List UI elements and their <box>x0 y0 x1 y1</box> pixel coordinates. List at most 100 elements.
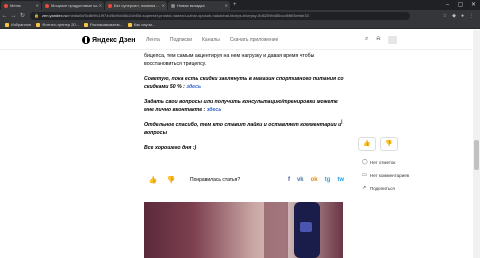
article-paragraph: Советую, пока есть скидки заглянуть в ма… <box>144 75 344 91</box>
bookmark-label: Избранное <box>11 22 32 27</box>
side-item-marks[interactable]: ◯ Нет отметок <box>362 159 436 165</box>
forward-icon[interactable]: → <box>9 13 18 19</box>
paragraph-text: Советую, пока есть скидки заглянуть в ма… <box>144 76 344 90</box>
article-actions: 👍 👎 Понравилась статья? f vk ok tg tw <box>144 172 344 188</box>
url-input[interactable]: 🔒 zen.yandex.ru/media/id/5c8b9fc19f74d/6… <box>30 11 410 20</box>
search-icon[interactable]: ⌕ <box>365 36 368 44</box>
close-icon[interactable]: ✕ <box>225 3 228 8</box>
reload-icon[interactable]: ↻ <box>18 12 27 19</box>
tab-favicon-icon <box>171 3 175 8</box>
side-item-label: Поделиться <box>370 185 395 191</box>
bookmark-label: Фитнес-тренер 20... <box>42 22 79 27</box>
window-controls: – ▢ ✕ <box>441 0 480 10</box>
side-item-share[interactable]: ↗ Поделиться <box>362 185 436 191</box>
tab-title: Меню <box>10 3 21 8</box>
url-path: /media/id/5c8b9fc19f74d/6c9dd46c2cfd0d-s… <box>67 13 309 18</box>
close-icon[interactable]: ✕ <box>99 3 102 8</box>
zen-logo[interactable]: Яндекс Дзен <box>82 36 136 44</box>
logo-text: Яндекс Дзен <box>92 36 136 44</box>
url-host: zen.yandex.ru <box>41 13 68 18</box>
like-question: Понравилась статья? <box>190 177 241 183</box>
extension-icon[interactable]: ◆ <box>452 13 456 19</box>
new-tab-button[interactable]: + <box>233 1 237 10</box>
close-window-icon[interactable]: ✕ <box>467 0 480 10</box>
bookmarks-bar: Избранное Фитнес-тренер 20... Распаковыв… <box>0 21 480 29</box>
telegram-icon[interactable]: tg <box>325 177 331 183</box>
share-icon: ↗ <box>362 185 367 191</box>
shop-link[interactable]: здесь <box>186 84 201 90</box>
browser-tab-bar: Меню ✕ Мощные продуктовые ко... ✕ Бег су… <box>0 0 480 10</box>
image-detail <box>264 202 288 258</box>
notifications-icon[interactable]: ⍾ <box>376 36 380 44</box>
site-header: Яндекс Дзен Лента Подписки Каналы Скачат… <box>0 30 472 50</box>
article-image <box>144 202 343 258</box>
maximize-icon[interactable]: ▢ <box>454 0 467 10</box>
url-text: zen.yandex.ru/media/id/5c8b9fc19f74d/6c9… <box>42 13 309 18</box>
close-icon[interactable]: ✕ <box>162 3 165 8</box>
image-detail <box>294 202 320 258</box>
dislike-button[interactable]: 👎 <box>162 176 180 184</box>
tab-favicon-icon <box>45 3 49 8</box>
side-dislike-button[interactable]: 👎 <box>380 137 398 151</box>
folder-icon <box>5 22 9 27</box>
article-body: бицепса, тем самым акцентируя на нем наг… <box>144 52 344 159</box>
bookmark-item[interactable]: Фитнес-тренер 20... <box>36 22 79 27</box>
side-panel: 👍 👎 ◯ Нет отметок ▭ Нет комментариев ↗ П… <box>356 137 436 198</box>
folder-icon <box>84 22 88 27</box>
side-item-label: Нет комментариев <box>370 172 410 178</box>
menu-item-feed[interactable]: Лента <box>146 37 160 43</box>
close-icon[interactable]: ✕ <box>36 3 39 8</box>
folder-icon <box>127 22 132 27</box>
address-bar: ← → ↻ 🔒 zen.yandex.ru/media/id/5c8b9fc19… <box>0 10 480 21</box>
minimize-icon[interactable]: – <box>441 0 454 10</box>
bookmark-item[interactable]: Распаковываем... <box>84 22 123 27</box>
back-icon[interactable]: ← <box>0 13 9 19</box>
toolbar-icons: ☆ ◆ ● ⋮ <box>443 13 480 19</box>
tab-title: Новая вкладка <box>177 3 205 8</box>
side-item-comments[interactable]: ▭ Нет комментариев <box>362 172 436 178</box>
tab-4[interactable]: Новая вкладка ✕ <box>168 1 230 10</box>
avatar[interactable] <box>388 36 398 44</box>
bookmark-item[interactable]: Избранное <box>5 22 31 27</box>
paragraph-text: Задать свои вопросы или получить консуль… <box>144 99 338 113</box>
zen-logo-icon <box>82 36 90 44</box>
lock-icon: 🔒 <box>34 13 39 18</box>
tab-1[interactable]: Меню ✕ <box>1 1 41 10</box>
header-icons: ⌕ ⍾ <box>365 36 398 44</box>
scrollbar-thumb[interactable] <box>474 140 479 170</box>
bookmark-label: Как научи... <box>133 22 156 27</box>
profile-icon[interactable]: ● <box>461 13 464 19</box>
header-menu: Лента Подписки Каналы Скачать приложение <box>146 37 278 43</box>
menu-item-download-app[interactable]: Скачать приложение <box>230 37 279 43</box>
like-button[interactable]: 👍 <box>144 176 162 184</box>
side-item-label: Нет отметок <box>370 159 396 165</box>
tab-title: Мощные продуктовые ко... <box>51 3 99 8</box>
bookmark-item[interactable]: Как научи... <box>127 22 156 27</box>
vk-icon[interactable]: vk <box>297 177 304 183</box>
menu-icon[interactable]: ⋮ <box>469 13 474 19</box>
tab-2[interactable]: Мощные продуктовые ко... ✕ <box>42 1 104 10</box>
scrollbar[interactable] <box>473 30 480 258</box>
odnoklassniki-icon[interactable]: ok <box>311 177 318 183</box>
article-paragraph: бицепса, тем самым акцентируя на нем наг… <box>144 53 315 67</box>
folder-icon <box>36 22 41 27</box>
menu-item-subscriptions[interactable]: Подписки <box>170 37 192 43</box>
article-paragraph: Задать свои вопросы или получить консуль… <box>144 98 344 114</box>
article-paragraph: Все хорошего дня :) <box>144 145 197 151</box>
tab-favicon-icon <box>108 3 112 8</box>
bookmark-label: Распаковываем... <box>90 22 123 27</box>
twitter-icon[interactable]: tw <box>337 177 344 183</box>
facebook-icon[interactable]: f <box>288 177 290 183</box>
menu-item-channels[interactable]: Каналы <box>202 37 220 43</box>
circle-icon: ◯ <box>362 159 368 165</box>
share-buttons: f vk ok tg tw <box>288 177 344 183</box>
tab-3[interactable]: Бег суперсил, помним ... ✕ <box>105 1 167 10</box>
side-reactions: 👍 👎 <box>358 137 436 151</box>
side-like-button[interactable]: 👍 <box>358 137 376 151</box>
comment-icon: ▭ <box>362 172 367 178</box>
vk-link[interactable]: здесь <box>207 107 222 113</box>
star-icon[interactable]: ☆ <box>443 13 447 19</box>
article-paragraph: Отдельное спасибо, тем кто ставит лайки … <box>144 122 342 136</box>
tab-favicon-icon <box>4 3 8 8</box>
page: Яндекс Дзен Лента Подписки Каналы Скачат… <box>0 30 480 258</box>
